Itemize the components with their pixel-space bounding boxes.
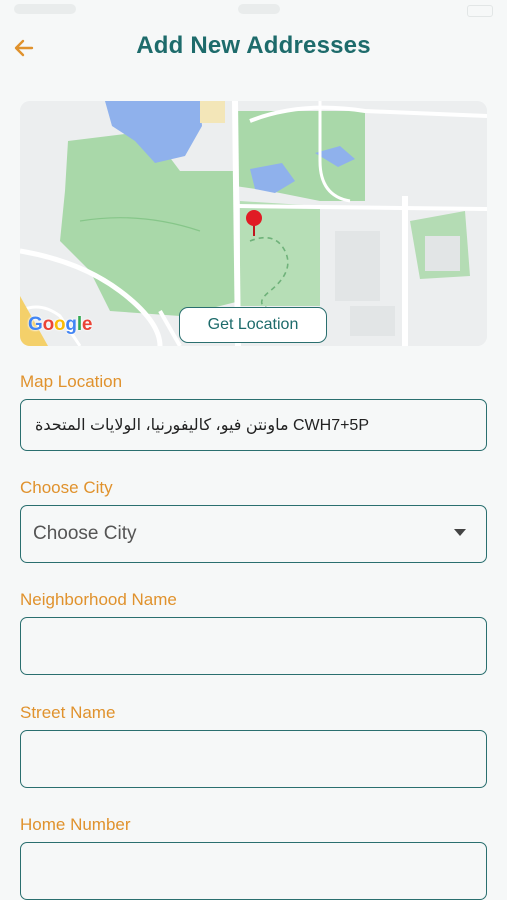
city-selected-value: Choose City xyxy=(33,523,137,544)
map-location-label: Map Location xyxy=(20,372,123,391)
status-time xyxy=(14,4,76,14)
building xyxy=(425,236,460,271)
map-location-field[interactable]: ماونتن فيو، كاليفورنيا، الولايات المتحدة… xyxy=(20,399,487,451)
building xyxy=(350,306,395,336)
caret-down-icon xyxy=(454,529,466,536)
home-number-input[interactable] xyxy=(20,842,487,900)
page-title: Add New Addresses xyxy=(136,32,371,59)
home-number-label: Home Number xyxy=(20,815,131,834)
street-input[interactable] xyxy=(20,730,487,788)
neighborhood-label: Neighborhood Name xyxy=(20,590,177,609)
app-header: Add New Addresses xyxy=(0,22,507,76)
map-location-value: ماونتن فيو، كاليفورنيا، الولايات المتحدة… xyxy=(35,417,369,434)
sand-area xyxy=(200,101,225,123)
neighborhood-input[interactable] xyxy=(20,617,487,675)
building xyxy=(335,231,380,301)
status-bar xyxy=(0,0,507,22)
city-select[interactable]: Choose City xyxy=(20,505,487,563)
google-logo: Google xyxy=(28,314,93,335)
map-view[interactable]: Google Get Location xyxy=(20,101,487,346)
get-location-button[interactable]: Get Location xyxy=(179,307,327,343)
battery-icon xyxy=(467,5,493,17)
status-notch xyxy=(238,4,280,14)
street-label: Street Name xyxy=(20,703,116,722)
city-label: Choose City xyxy=(20,478,113,497)
